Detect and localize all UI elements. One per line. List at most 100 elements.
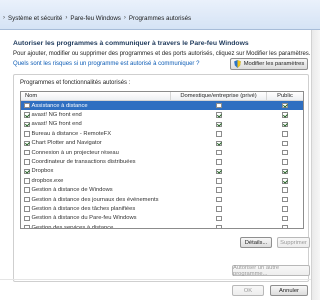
program-name-cell: Gestion à distance des journaux des évén…: [21, 195, 171, 204]
table-row[interactable]: Gestion des services à distance: [21, 223, 303, 228]
program-enabled-checkbox[interactable]: [24, 187, 30, 193]
breadcrumb: › Système et sécurité › Pare-feu Windows…: [0, 11, 191, 25]
table-row[interactable]: Gestion à distance du Pare-feu Windows: [21, 214, 303, 223]
table-row[interactable]: Gestion à distance de Windows: [21, 186, 303, 195]
public-network-checkbox[interactable]: [282, 215, 288, 222]
public-network-checkbox[interactable]: [282, 196, 288, 203]
program-name-cell: Gestion à distance des tâches planifiées: [21, 204, 171, 213]
chevron-right-icon[interactable]: ›: [65, 15, 67, 21]
table-row[interactable]: Chart Plotter and Navigator: [21, 139, 303, 148]
program-name: Assistance à distance: [31, 102, 88, 109]
domain-cell: [171, 157, 267, 166]
public-network-checkbox[interactable]: [282, 102, 288, 109]
domain-cell: [171, 101, 267, 110]
program-enabled-checkbox[interactable]: [24, 140, 30, 146]
program-name: Gestion à distance du Pare-feu Windows: [31, 215, 137, 222]
breadcrumb-item[interactable]: Pare-feu Windows: [70, 15, 121, 22]
private-network-checkbox[interactable]: [216, 140, 222, 146]
change-settings-button[interactable]: Modifier les paramètres: [230, 58, 308, 70]
public-cell: [267, 214, 303, 223]
private-network-checkbox[interactable]: [216, 102, 222, 109]
public-network-checkbox[interactable]: [282, 225, 288, 228]
public-network-checkbox[interactable]: [282, 178, 288, 184]
private-network-checkbox[interactable]: [216, 187, 222, 193]
domain-cell: [171, 110, 267, 119]
remove-button[interactable]: Supprimer: [277, 237, 310, 248]
program-name-cell: Gestion des services à distance: [21, 223, 171, 228]
table-row[interactable]: avast! NG front end: [21, 120, 303, 129]
public-network-checkbox[interactable]: [282, 131, 288, 137]
program-name: avast! NG front end: [31, 112, 82, 119]
page-scrollbar[interactable]: [311, 30, 320, 300]
chevron-right-icon[interactable]: ›: [3, 15, 5, 21]
public-cell: [267, 186, 303, 195]
program-enabled-checkbox[interactable]: [24, 159, 30, 165]
ok-button[interactable]: OK: [232, 285, 264, 296]
table-row[interactable]: dropbox.exe: [21, 176, 303, 185]
table-row[interactable]: Coordinateur de transactions distribuées: [21, 157, 303, 166]
allow-other-program-button[interactable]: Autoriser un autre programme...: [232, 265, 310, 277]
program-enabled-checkbox[interactable]: [24, 196, 30, 203]
program-name-cell: Assistance à distance: [21, 101, 171, 110]
program-name-cell: avast! NG front end: [21, 120, 171, 129]
program-enabled-checkbox[interactable]: [24, 102, 30, 109]
private-network-checkbox[interactable]: [216, 159, 222, 165]
domain-cell: [171, 129, 267, 138]
allowed-programs-group: Programmes et fonctionnalités autorisés …: [13, 74, 310, 282]
domain-cell: [171, 186, 267, 195]
table-row[interactable]: Assistance à distance: [21, 101, 303, 111]
public-network-checkbox[interactable]: [282, 168, 288, 175]
program-enabled-checkbox[interactable]: [24, 149, 30, 156]
public-network-checkbox[interactable]: [282, 206, 288, 212]
program-name: Gestion à distance de Windows: [31, 187, 113, 194]
private-network-checkbox[interactable]: [216, 112, 222, 118]
domain-cell: [171, 176, 267, 185]
chevron-right-icon[interactable]: ›: [124, 15, 126, 21]
program-enabled-checkbox[interactable]: [24, 215, 30, 222]
cancel-button[interactable]: Annuler: [270, 285, 308, 296]
private-network-checkbox[interactable]: [216, 168, 222, 175]
risk-info-link[interactable]: Quels sont les risques si un programme e…: [13, 61, 199, 67]
private-network-checkbox[interactable]: [216, 149, 222, 156]
public-network-checkbox[interactable]: [282, 112, 288, 118]
table-row[interactable]: Gestion à distance des journaux des évén…: [21, 195, 303, 204]
program-enabled-checkbox[interactable]: [24, 121, 30, 128]
program-enabled-checkbox[interactable]: [24, 112, 30, 118]
table-row[interactable]: Dropbox: [21, 167, 303, 176]
uac-shield-icon: [233, 60, 241, 68]
private-network-checkbox[interactable]: [216, 225, 222, 228]
column-header-name[interactable]: Nom: [21, 92, 171, 100]
program-enabled-checkbox[interactable]: [24, 168, 30, 175]
table-row[interactable]: avast! NG front end: [21, 110, 303, 119]
public-cell: [267, 167, 303, 176]
public-network-checkbox[interactable]: [282, 149, 288, 156]
public-cell: [267, 223, 303, 228]
public-network-checkbox[interactable]: [282, 159, 288, 165]
program-enabled-checkbox[interactable]: [24, 178, 30, 184]
page-description: Pour ajouter, modifier ou supprimer des …: [13, 51, 311, 57]
public-network-checkbox[interactable]: [282, 187, 288, 193]
breadcrumb-item[interactable]: Programmes autorisés: [129, 15, 191, 22]
programs-list[interactable]: Nom Domestique/entreprise (privé) Public…: [20, 91, 304, 229]
breadcrumb-item[interactable]: Système et sécurité: [8, 15, 62, 22]
column-header-domain[interactable]: Domestique/entreprise (privé): [171, 92, 267, 100]
private-network-checkbox[interactable]: [216, 121, 222, 128]
private-network-checkbox[interactable]: [216, 206, 222, 212]
private-network-checkbox[interactable]: [216, 196, 222, 203]
table-row[interactable]: Connexion à un projecteur réseau: [21, 148, 303, 157]
program-enabled-checkbox[interactable]: [24, 206, 30, 212]
table-row[interactable]: Bureau à distance - RemoteFX: [21, 129, 303, 138]
program-enabled-checkbox[interactable]: [24, 131, 30, 137]
program-name: dropbox.exe: [31, 177, 64, 184]
private-network-checkbox[interactable]: [216, 178, 222, 184]
program-name: Gestion à distance des tâches planifiées: [31, 205, 136, 212]
details-button[interactable]: Détails...: [240, 237, 272, 248]
public-cell: [267, 157, 303, 166]
private-network-checkbox[interactable]: [216, 215, 222, 222]
table-row[interactable]: Gestion à distance des tâches planifiées: [21, 204, 303, 213]
public-network-checkbox[interactable]: [282, 121, 288, 128]
column-header-public[interactable]: Public: [267, 92, 303, 100]
program-enabled-checkbox[interactable]: [24, 225, 30, 228]
public-network-checkbox[interactable]: [282, 140, 288, 146]
private-network-checkbox[interactable]: [216, 131, 222, 137]
